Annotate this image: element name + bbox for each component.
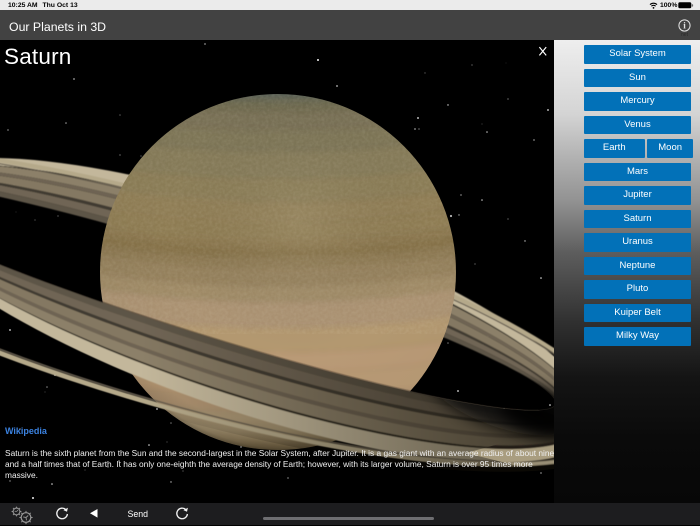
svg-text:i: i	[683, 21, 686, 31]
